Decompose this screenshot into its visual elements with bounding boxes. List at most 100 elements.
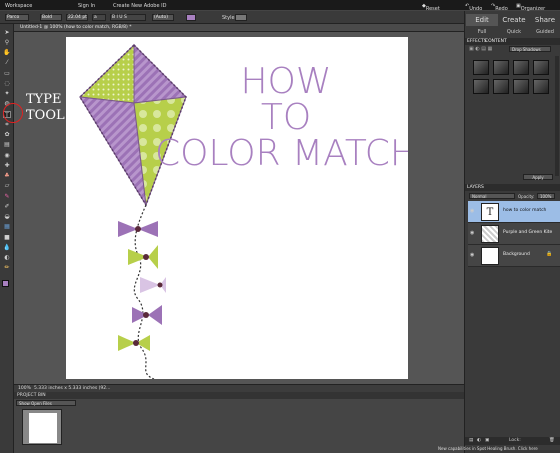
text-color-swatch[interactable] [186, 14, 196, 21]
straighten-tool-icon[interactable]: ▤ [3, 141, 11, 148]
effect-thumb-1[interactable] [473, 60, 489, 75]
font-style-select[interactable]: Bold [40, 14, 62, 21]
organizer-button[interactable]: ▣ Organizer [516, 3, 545, 12]
foreground-color-swatch[interactable] [2, 280, 9, 287]
kite-artwork: HOW TO COLOR MATCH [78, 43, 417, 380]
subtab-guided[interactable]: Guided [529, 28, 560, 36]
eyedropper-tool-icon[interactable]: ⁄ [3, 59, 11, 66]
toolbox: ➤ ⚲ ✋ ⁄ ▭ ◌ ✦ ◍ T ⌗ ✿ ▤ ◉ ✚ ♣ ▱ ✎ ✐ ◒ ▦ … [0, 24, 14, 453]
effects-panel-header: EFFECTS CONTENT [465, 38, 560, 45]
tab-share[interactable]: Share [529, 14, 560, 26]
sign-in-link[interactable]: Sign In [78, 3, 95, 9]
marquee-tool-icon[interactable]: ▭ [3, 70, 11, 77]
layer-row-text[interactable]: ◉ T how to color match [468, 201, 560, 223]
heading-line-2: TO [261, 97, 311, 138]
tail-bow-5 [118, 335, 150, 351]
smart-brush-tool-icon[interactable]: ✐ [3, 203, 11, 210]
redo-button[interactable]: ↷ Redo [491, 3, 508, 12]
layer-name: Background [503, 252, 530, 257]
tail-bow-1 [118, 221, 158, 237]
document-tab[interactable]: Untitled-1 @ 100% (how to color match, R… [14, 24, 464, 32]
paint-bucket-tool-icon[interactable]: ◒ [3, 213, 11, 220]
annotation-line-2: TOOL [26, 108, 65, 123]
tab-create[interactable]: Create [498, 14, 530, 26]
tail-bow-3 [140, 277, 166, 293]
application-bar: Workspace Sign In Create New Adobe ID ◆ … [0, 0, 560, 18]
anti-alias-icon[interactable]: a [92, 14, 106, 21]
effects-filter-icons[interactable]: ▣ ◐ ▤ ▦ [469, 46, 505, 52]
lock-icon: 🔒 [546, 251, 553, 257]
effect-thumb-6[interactable] [493, 79, 509, 94]
cookie-cutter-tool-icon[interactable]: ✿ [3, 131, 11, 138]
layer-row-kite[interactable]: ◉ Purple and Green Kite [468, 223, 560, 245]
panel-bin: Edit Create Share Full Quick Guided EFFE… [464, 11, 560, 453]
spot-healing-tool-icon[interactable]: ✚ [3, 162, 11, 169]
new-layer-icon[interactable]: ▤ [469, 437, 473, 445]
clone-stamp-tool-icon[interactable]: ♣ [3, 172, 11, 179]
tail-bow-2 [128, 245, 158, 269]
effect-thumb-5[interactable] [473, 79, 489, 94]
effect-thumb-7[interactable] [513, 79, 529, 94]
pencil-tool-icon[interactable]: ✏ [3, 264, 11, 271]
brush-tool-icon[interactable]: ✎ [3, 193, 11, 200]
thumbnail-image [29, 413, 57, 443]
hand-tool-icon[interactable]: ✋ [3, 49, 11, 56]
status-message[interactable]: New capabilities in Spot Healing Brush. … [438, 446, 538, 451]
effect-thumb-2[interactable] [493, 60, 509, 75]
type-layer-thumb-icon: T [481, 203, 499, 221]
layer-name: Purple and Green Kite [503, 230, 553, 235]
layer-row-background[interactable]: ◉ Background 🔒 [468, 245, 560, 267]
magic-wand-tool-icon[interactable]: ✦ [3, 90, 11, 97]
effect-thumb-8[interactable] [533, 79, 549, 94]
sponge-tool-icon[interactable]: ◐ [3, 254, 11, 261]
workspace-menu[interactable]: Workspace [5, 3, 32, 9]
effects-category-dropdown[interactable]: Drop Shadows [509, 46, 551, 52]
adjustment-layer-icon[interactable]: ◐ [477, 437, 481, 445]
kite-top-left-panel [78, 43, 135, 104]
visibility-eye-icon[interactable]: ◉ [470, 253, 476, 258]
move-tool-icon[interactable]: ➤ [3, 29, 11, 36]
effect-thumb-4[interactable] [533, 60, 549, 75]
lasso-tool-icon[interactable]: ◌ [3, 80, 11, 87]
document-status-bar: 100% 5.333 inches x 5.333 inches (92... [14, 384, 464, 392]
undo-button[interactable]: ↶ Undo [465, 3, 482, 12]
visibility-eye-icon[interactable]: ◉ [470, 231, 476, 236]
tab-edit[interactable]: Edit [466, 14, 498, 26]
layers-panel-header: LAYERS [465, 184, 560, 191]
content-title[interactable]: CONTENT [485, 38, 507, 45]
style-picker[interactable] [235, 14, 247, 21]
shape-tool-icon[interactable]: ■ [3, 234, 11, 241]
font-size-select[interactable]: 22.04 pt [66, 14, 88, 21]
reset-panels-button[interactable]: ◆ Reset Panels [422, 3, 442, 18]
project-bin-dropdown[interactable]: Show Open Files [16, 400, 76, 406]
text-style-buttons[interactable]: B I U S [110, 14, 146, 21]
zoom-tool-icon[interactable]: ⚲ [3, 39, 11, 46]
delete-layer-icon[interactable]: 🗑 [549, 437, 555, 445]
tool-options-bar: Parco Bold 22.04 pt a B I U S (Auto) Sty… [0, 11, 464, 24]
layer-mask-icon[interactable]: ▣ [485, 437, 489, 445]
subtab-full[interactable]: Full [466, 28, 498, 36]
apply-button[interactable]: Apply [523, 174, 553, 180]
blend-mode-dropdown[interactable]: Normal [469, 193, 515, 199]
tail-bow-4 [132, 305, 162, 325]
open-file-thumbnail[interactable] [22, 409, 62, 445]
effects-title[interactable]: EFFECTS [467, 38, 487, 45]
document-canvas[interactable]: HOW TO COLOR MATCH [66, 37, 417, 380]
gradient-tool-icon[interactable]: ▦ [3, 223, 11, 230]
opacity-label: Opacity: [518, 194, 535, 199]
opacity-field[interactable]: 100% [537, 193, 555, 199]
font-family-select[interactable]: Parco [5, 14, 29, 21]
subtab-quick[interactable]: Quick [498, 28, 530, 36]
create-adobe-id-link[interactable]: Create New Adobe ID [113, 3, 166, 9]
leading-select[interactable]: (Auto) [152, 14, 174, 21]
project-bin: PROJECT BIN Show Open Files [14, 392, 464, 453]
effect-thumb-3[interactable] [513, 60, 529, 75]
eraser-tool-icon[interactable]: ▱ [3, 182, 11, 189]
visibility-eye-icon[interactable]: ◉ [470, 209, 476, 214]
red-eye-tool-icon[interactable]: ◉ [3, 152, 11, 159]
blur-tool-icon[interactable]: 💧 [3, 244, 11, 251]
layers-title[interactable]: LAYERS [467, 184, 484, 191]
background-layer-thumb [481, 247, 499, 265]
effects-scrollbar[interactable] [555, 56, 559, 176]
lock-label: Lock: [509, 438, 521, 443]
